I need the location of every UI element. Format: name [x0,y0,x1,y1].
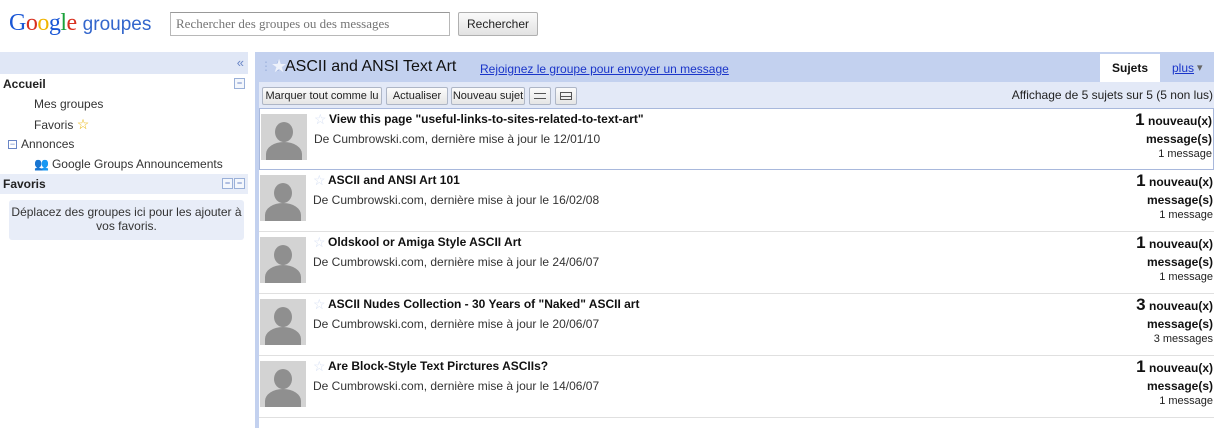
toolbar: Marquer tout comme lu Actualiser Nouveau… [259,82,1214,108]
main-panel: ⋮⋮ ★ ASCII and ANSI Text Art Rejoignez l… [255,52,1214,428]
avatar [261,114,307,160]
topic-meta: De Cumbrowski.com, dernière mise à jour … [313,193,600,207]
new-topic-button[interactable]: Nouveau sujet [451,87,525,105]
favorites-drop-zone: Déplacez des groupes ici pour les ajoute… [9,200,244,240]
star-icon[interactable]: ☆ [313,173,326,187]
star-icon[interactable]: ☆ [313,297,326,311]
topic-row[interactable]: ☆ Are Block-Style Text Pirctures ASCIIs?… [259,356,1214,418]
chevron-down-icon[interactable]: ▾ [1197,61,1203,74]
sidebar-item-label: Google Groups Announcements [51,157,223,171]
avatar [260,237,306,283]
topic-title-link[interactable]: Oldskool or Amiga Style ASCII Art [328,235,521,249]
topic-title-link[interactable]: Are Block-Style Text Pirctures ASCIIs? [328,359,548,373]
join-group-link[interactable]: Rejoignez le groupe pour envoyer un mess… [480,62,729,76]
topic-meta: De Cumbrowski.com, dernière mise à jour … [313,317,600,331]
topic-meta: De Cumbrowski.com, dernière mise à jour … [313,255,600,269]
sidebar-item-label: Mes groupes [34,97,104,111]
topic-message-count: 1 nouveau(x) message(s) 1 message [1136,357,1213,408]
topic-row[interactable]: ☆ ASCII Nudes Collection - 30 Years of "… [259,294,1214,356]
sidebar-item-favoris[interactable]: Favoris ☆ [0,114,248,134]
section-accueil: Accueil − [0,74,248,94]
list-view-icon [534,93,546,100]
tab-plus-link[interactable]: plus [1172,61,1194,75]
star-icon[interactable]: ☆ [313,359,326,373]
topic-message-count: 3 nouveau(x) message(s) 3 messages [1136,295,1213,346]
section-favoris: Favoris − − [0,174,248,194]
expanded-view-button[interactable] [555,87,577,105]
topic-message-count: 1 nouveau(x) message(s) 1 message [1136,171,1213,222]
sidebar-item-label: Favoris [34,118,74,132]
collapse-box-icon[interactable]: − [234,78,245,89]
group-people-icon: 👥 [34,157,49,171]
topic-row[interactable]: ☆ Oldskool or Amiga Style ASCII Art De C… [259,232,1214,294]
header: Google groupes Rechercher [0,0,1214,48]
topic-meta: De Cumbrowski.com, dernière mise à jour … [314,132,601,146]
sidebar-item-announcements[interactable]: 👥 Google Groups Announcements [0,154,248,174]
topic-title-link[interactable]: ASCII Nudes Collection - 30 Years of "Na… [328,297,639,311]
star-icon[interactable]: ☆ [313,235,326,249]
avatar [260,175,306,221]
sidebar: « Accueil − Mes groupes Favoris ☆ − Annon… [0,52,248,428]
sidebar-item-annonces[interactable]: − Annonces [0,134,248,154]
group-title: ASCII and ANSI Text Art [285,58,457,75]
search-input[interactable] [170,12,450,36]
collapse-box-icon[interactable]: − [234,178,245,189]
collapse-sidebar-icon[interactable]: « [237,55,244,70]
topic-row[interactable]: ☆ ASCII and ANSI Art 101 De Cumbrowski.c… [259,170,1214,232]
expand-box-icon[interactable]: − [222,178,233,189]
avatar [260,361,306,407]
collapse-minus-icon[interactable]: − [8,140,17,149]
logo-product-name: groupes [82,14,152,35]
expanded-view-icon [560,92,572,101]
section-favoris-label: Favoris [3,177,46,191]
group-title-bar: ⋮⋮ ★ ASCII and ANSI Text Art Rejoignez l… [255,52,1214,82]
topic-list: ☆ View this page "useful-links-to-sites-… [259,108,1214,418]
topic-meta: De Cumbrowski.com, dernière mise à jour … [313,379,600,393]
search-button[interactable]: Rechercher [458,12,538,36]
compact-view-button[interactable] [529,87,551,105]
topic-message-count: 1 nouveau(x) message(s) 1 message [1136,233,1213,284]
star-icon: ☆ [76,116,90,132]
topic-row[interactable]: ☆ View this page "useful-links-to-sites-… [259,108,1214,170]
tab-sujets[interactable]: Sujets [1100,54,1160,82]
section-accueil-label: Accueil [3,77,46,91]
topic-message-count: 1 nouveau(x) message(s) 1 message [1135,110,1212,161]
refresh-button[interactable]: Actualiser [386,87,448,105]
topic-title-link[interactable]: ASCII and ANSI Art 101 [328,173,460,187]
google-groups-logo[interactable]: Google groupes [9,9,151,39]
sidebar-item-label: Annonces [21,137,75,151]
sidebar-collapse-bar: « [0,52,248,74]
mark-all-read-button[interactable]: Marquer tout comme lu [262,87,382,105]
sidebar-item-mes-groupes[interactable]: Mes groupes [0,94,248,114]
avatar [260,299,306,345]
star-icon[interactable]: ☆ [314,112,327,126]
topic-title-link[interactable]: View this page "useful-links-to-sites-re… [329,112,644,126]
topic-count-summary: Affichage de 5 sujets sur 5 (5 non lus) [1011,88,1213,102]
